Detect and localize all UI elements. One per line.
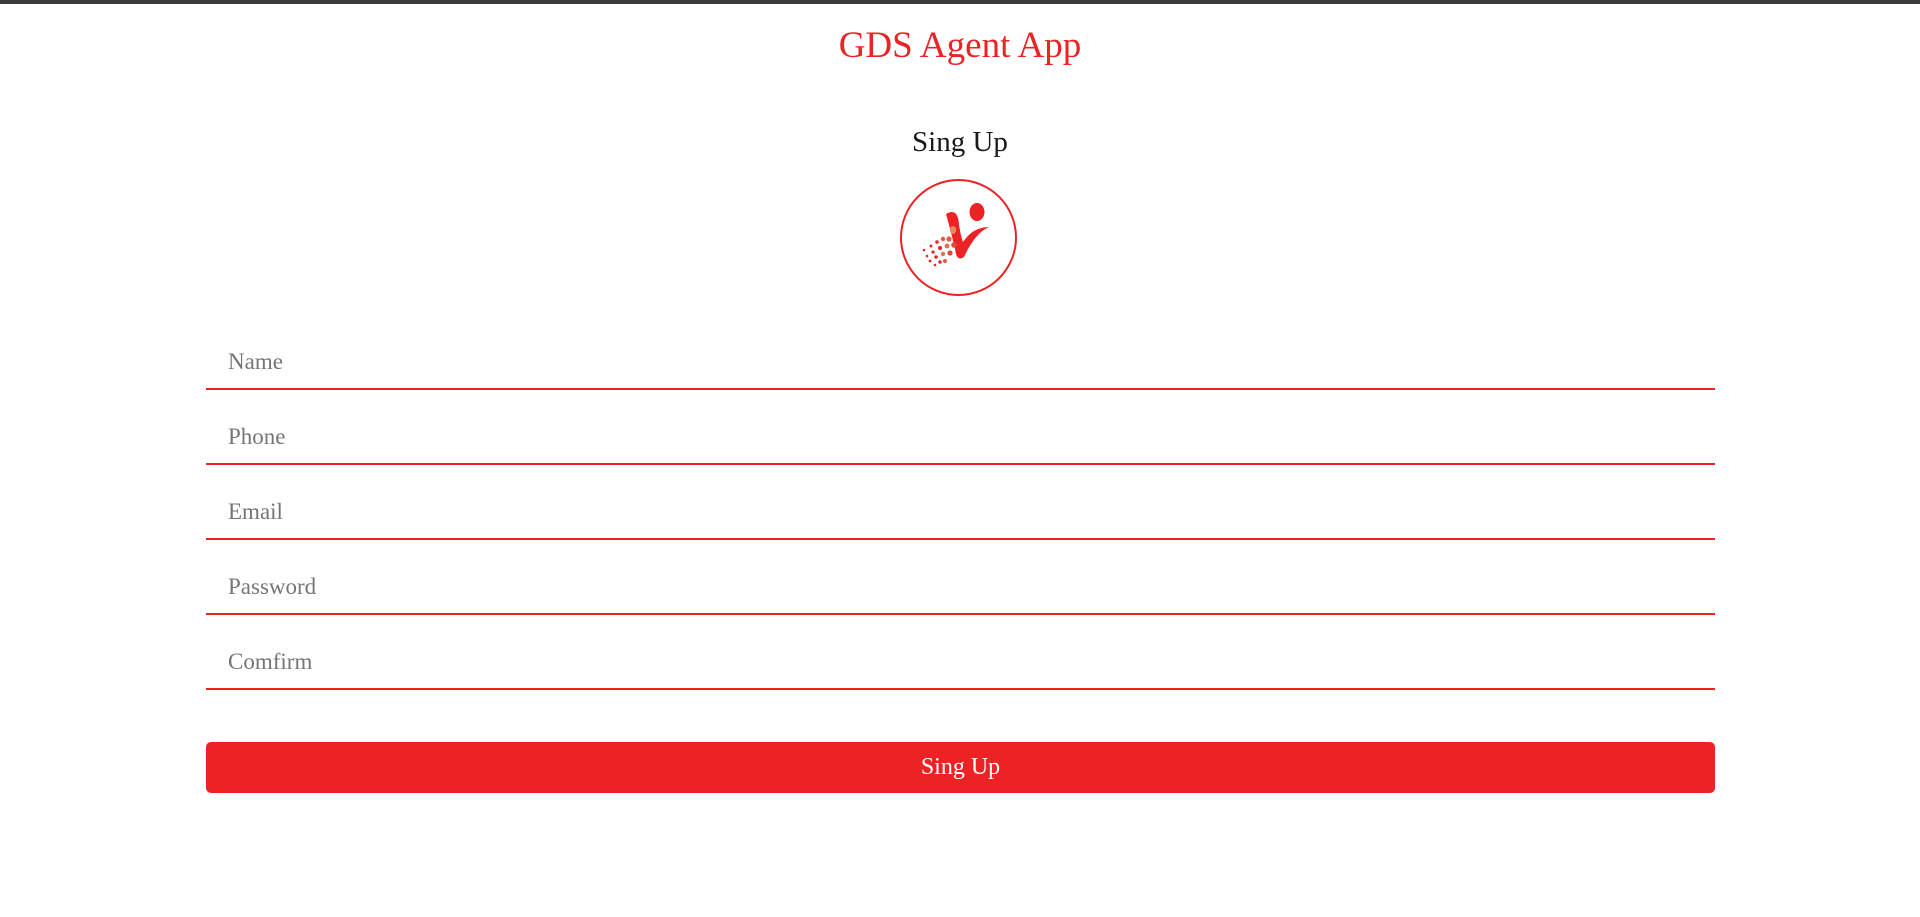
app-logo — [900, 179, 1017, 296]
name-input[interactable] — [206, 338, 1715, 386]
signup-heading: Sing Up — [912, 126, 1008, 158]
password-input[interactable] — [206, 563, 1715, 611]
phone-input[interactable] — [206, 413, 1715, 461]
email-input[interactable] — [206, 488, 1715, 536]
person-dots-logo-icon — [922, 203, 989, 267]
phone-field — [206, 413, 1715, 465]
app-title: GDS Agent App — [838, 25, 1082, 66]
signup-button[interactable]: Sing Up — [206, 742, 1715, 793]
name-field — [206, 338, 1715, 390]
password-field — [206, 563, 1715, 615]
browser-top-bar — [0, 0, 1920, 4]
confirm-password-input[interactable] — [206, 638, 1715, 686]
email-field — [206, 488, 1715, 540]
confirm-password-field — [206, 638, 1715, 690]
